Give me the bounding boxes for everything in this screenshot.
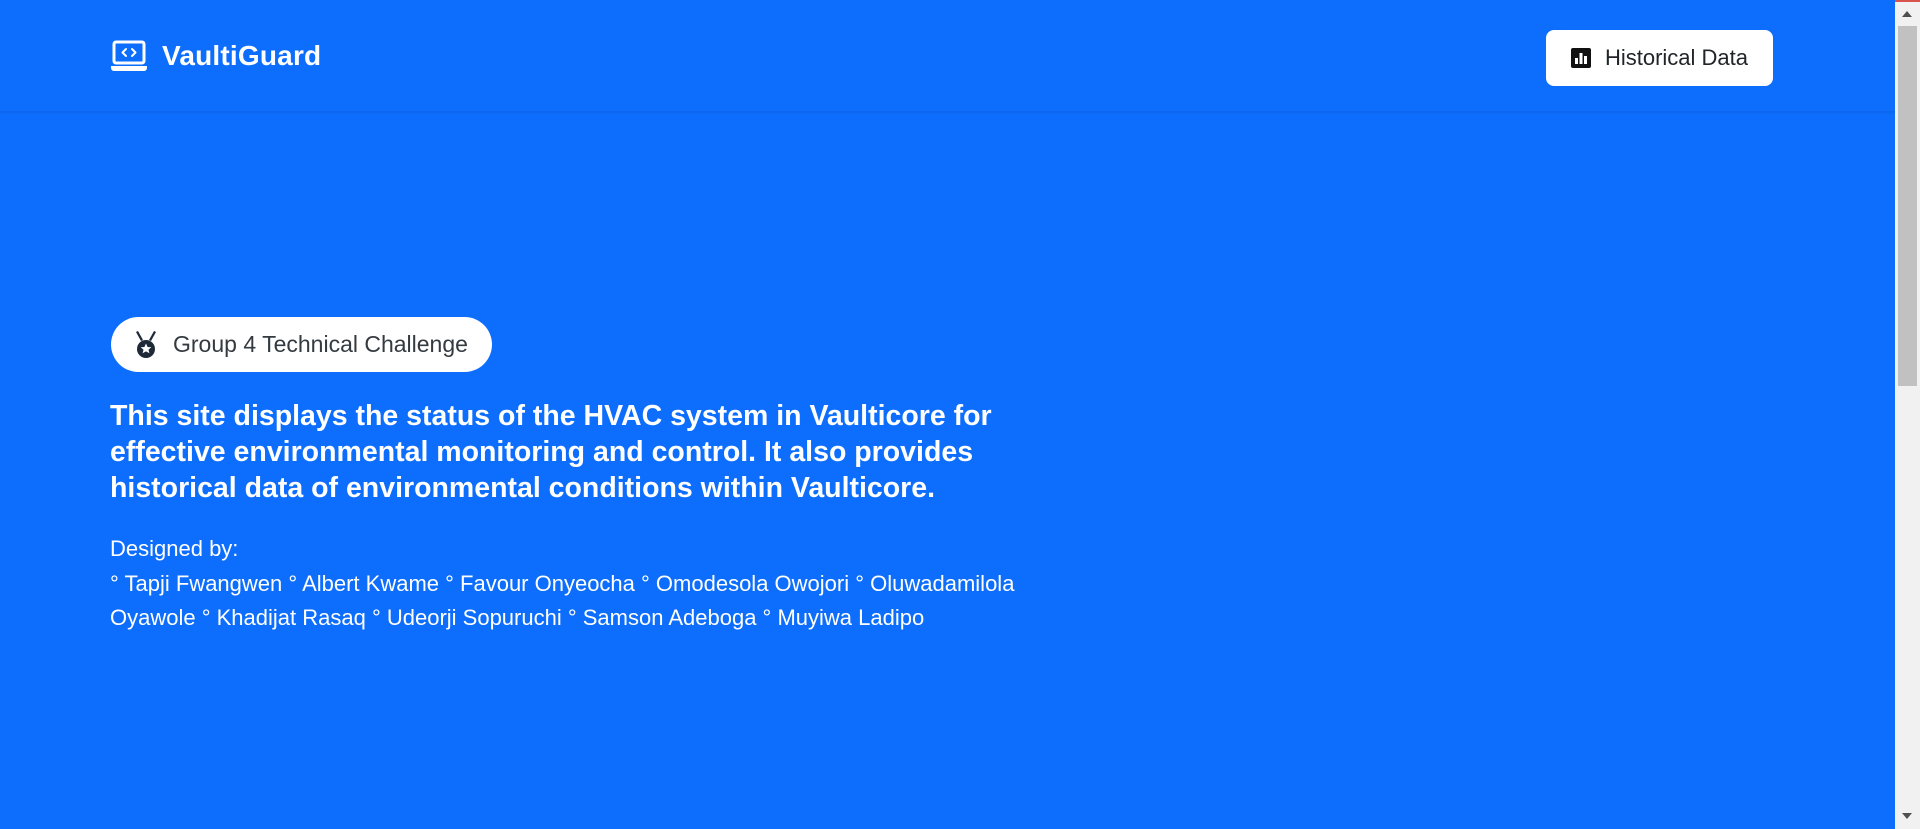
scrollbar-thumb[interactable] bbox=[1898, 26, 1917, 386]
challenge-badge: Group 4 Technical Challenge bbox=[111, 317, 492, 372]
award-medal-icon bbox=[133, 330, 159, 359]
badge-label: Group 4 Technical Challenge bbox=[173, 331, 468, 357]
historical-data-button[interactable]: Historical Data bbox=[1546, 30, 1773, 86]
designer-names: ° Tapji Fwangwen ° Albert Kwame ° Favour… bbox=[110, 571, 1015, 630]
hero-headline: This site displays the status of the HVA… bbox=[110, 400, 992, 504]
brand-link[interactable]: VaultiGuard bbox=[110, 40, 321, 72]
vertical-scrollbar[interactable] bbox=[1895, 2, 1920, 829]
scroll-down-arrow-icon[interactable] bbox=[1902, 813, 1912, 819]
navbar: VaultiGuard Historical Data bbox=[0, 2, 1895, 112]
page-viewport: VaultiGuard Historical Data Group 4 Tech… bbox=[0, 0, 1895, 829]
designed-by-label: Designed by: bbox=[110, 536, 239, 561]
laptop-code-icon bbox=[110, 40, 148, 72]
scroll-up-arrow-icon[interactable] bbox=[1902, 11, 1912, 17]
bar-chart-icon bbox=[1570, 48, 1591, 68]
historical-data-label: Historical Data bbox=[1604, 45, 1749, 70]
brand-name: VaultiGuard bbox=[162, 40, 322, 71]
